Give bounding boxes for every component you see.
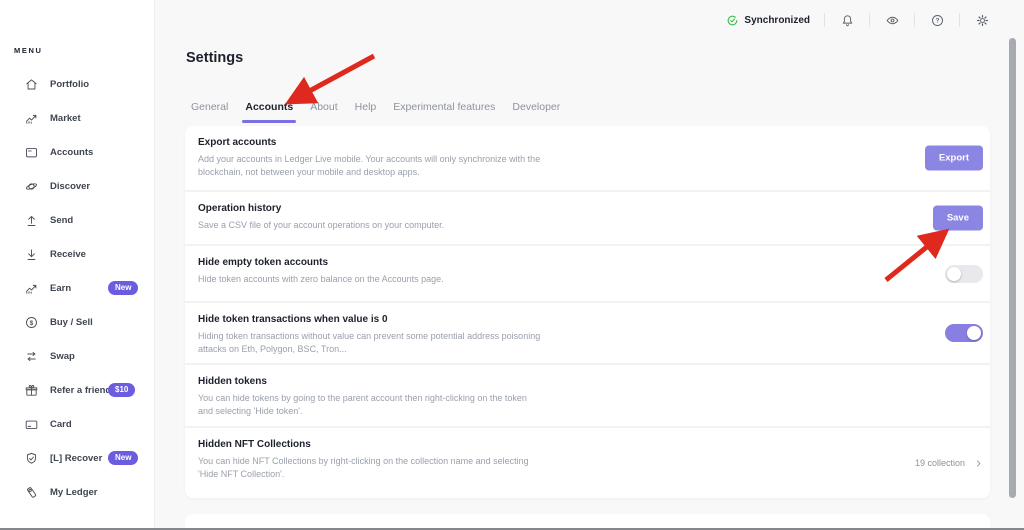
sidebar-item-receive[interactable]: Receive — [24, 246, 149, 262]
sidebar-item-accounts[interactable]: Accounts — [24, 144, 149, 160]
tab-developer[interactable]: Developer — [512, 101, 560, 123]
setting-row-hide-token-transactions: Hide token transactions when value is 0 … — [185, 301, 990, 363]
sidebar-item-earn[interactable]: Earn New — [24, 280, 149, 296]
sidebar-item-label: Discover — [50, 181, 90, 192]
divider — [959, 13, 960, 27]
new-badge: New — [108, 451, 138, 465]
sidebar-item-recover[interactable]: [L] Recover New — [24, 450, 149, 466]
sync-status-label: Synchronized — [744, 15, 810, 26]
planet-icon — [24, 179, 39, 194]
sidebar-item-label: Earn — [50, 283, 71, 294]
export-button[interactable]: Export — [925, 146, 983, 171]
tab-help[interactable]: Help — [355, 101, 377, 123]
reward-badge: $10 — [108, 383, 135, 397]
setting-description: Hiding token transactions without value … — [198, 330, 543, 356]
gift-icon — [24, 383, 39, 398]
tab-about[interactable]: About — [310, 101, 337, 123]
eye-icon — [885, 13, 900, 28]
shield-check-icon — [24, 451, 39, 466]
help-button[interactable] — [929, 12, 945, 28]
sidebar-item-label: Portfolio — [50, 79, 89, 90]
sidebar-item-label: Send — [50, 215, 73, 226]
setting-title: Operation history — [198, 203, 990, 214]
sidebar-item-card[interactable]: Card — [24, 416, 149, 432]
sidebar-item-label: Buy / Sell — [50, 317, 93, 328]
divider — [824, 13, 825, 27]
toggle-knob — [947, 267, 961, 281]
setting-row-hidden-tokens: Hidden tokens You can hide tokens by goi… — [185, 363, 990, 426]
topbar: Synchronized — [726, 11, 990, 29]
setting-title: Hidden tokens — [198, 376, 990, 387]
divider — [914, 13, 915, 27]
sidebar-item-label: Market — [50, 113, 81, 124]
tab-accounts[interactable]: Accounts — [245, 101, 293, 123]
market-chart-icon — [24, 111, 39, 126]
settings-gear-icon — [975, 13, 990, 28]
collection-count: 19 collection — [915, 458, 965, 468]
bell-icon — [840, 13, 855, 28]
sidebar-item-label: Refer a friend — [50, 385, 111, 396]
divider — [869, 13, 870, 27]
sidebar-item-label: Card — [50, 419, 72, 430]
setting-row-export-accounts: Export accounts Add your accounts in Led… — [185, 126, 990, 190]
save-button[interactable]: Save — [933, 206, 983, 231]
tab-experimental-features[interactable]: Experimental features — [393, 101, 495, 123]
setting-description: You can hide NFT Collections by right-cl… — [198, 455, 543, 481]
sidebar: MENU Portfolio Market Accounts Discover … — [0, 0, 155, 530]
annotation-arrow-accounts-tab — [291, 56, 374, 101]
sidebar-item-label: Swap — [50, 351, 75, 362]
sidebar-item-refer-a-friend[interactable]: Refer a friend $10 — [24, 382, 149, 398]
sidebar-item-send[interactable]: Send — [24, 212, 149, 228]
setting-row-hide-empty-token-accounts: Hide empty token accounts Hide token acc… — [185, 244, 990, 301]
earn-chart-icon — [24, 281, 39, 296]
sidebar-item-my-ledger[interactable]: My Ledger — [24, 484, 149, 500]
sidebar-item-label: My Ledger — [50, 487, 98, 498]
setting-title: Hide token transactions when value is 0 — [198, 314, 990, 325]
sidebar-item-buy-sell[interactable]: Buy / Sell — [24, 314, 149, 330]
setting-row-hidden-nft-collections: Hidden NFT Collections You can hide NFT … — [185, 426, 990, 498]
sidebar-item-label: Receive — [50, 249, 86, 260]
setting-description: You can hide tokens by going to the pare… — [198, 392, 543, 418]
settings-tabs: General Accounts About Help Experimental… — [191, 101, 560, 123]
setting-description: Save a CSV file of your account operatio… — [198, 219, 543, 232]
home-icon — [24, 77, 39, 92]
setting-title: Hide empty token accounts — [198, 257, 990, 268]
toggle-knob — [967, 326, 981, 340]
arrow-down-icon — [24, 247, 39, 262]
page-title: Settings — [186, 50, 243, 66]
sidebar-item-swap[interactable]: Swap — [24, 348, 149, 364]
setting-description: Add your accounts in Ledger Live mobile.… — [198, 153, 543, 179]
new-badge: New — [108, 281, 138, 295]
tab-general[interactable]: General — [191, 101, 228, 123]
setting-title: Export accounts — [198, 137, 990, 148]
setting-row-operation-history: Operation history Save a CSV file of you… — [185, 190, 990, 244]
hidden-nft-collections-link[interactable]: 19 collection — [915, 458, 983, 468]
sidebar-item-discover[interactable]: Discover — [24, 178, 149, 194]
scrollbar[interactable] — [1009, 38, 1016, 498]
hide-token-transactions-toggle[interactable] — [945, 324, 983, 342]
dollar-circle-icon — [24, 315, 39, 330]
setting-title: Hidden NFT Collections — [198, 439, 990, 450]
sync-check-icon — [726, 14, 739, 27]
settings-card: Export accounts Add your accounts in Led… — [185, 126, 990, 498]
sidebar-item-label: [L] Recover — [50, 453, 102, 464]
setting-description: Hide token accounts with zero balance on… — [198, 273, 543, 286]
ledger-device-icon — [24, 485, 39, 500]
wallet-icon — [24, 145, 39, 160]
arrow-up-icon — [24, 213, 39, 228]
swap-arrows-icon — [24, 349, 39, 364]
credit-card-icon — [24, 417, 39, 432]
sidebar-item-portfolio[interactable]: Portfolio — [24, 76, 149, 92]
menu-section-label: MENU — [14, 46, 42, 55]
chevron-right-icon — [974, 459, 983, 468]
notifications-button[interactable] — [839, 12, 855, 28]
settings-button[interactable] — [974, 12, 990, 28]
sidebar-item-market[interactable]: Market — [24, 110, 149, 126]
sync-status[interactable]: Synchronized — [726, 14, 810, 27]
discreet-mode-button[interactable] — [884, 12, 900, 28]
hide-empty-token-accounts-toggle[interactable] — [945, 265, 983, 283]
help-icon — [930, 13, 945, 28]
sidebar-item-label: Accounts — [50, 147, 93, 158]
